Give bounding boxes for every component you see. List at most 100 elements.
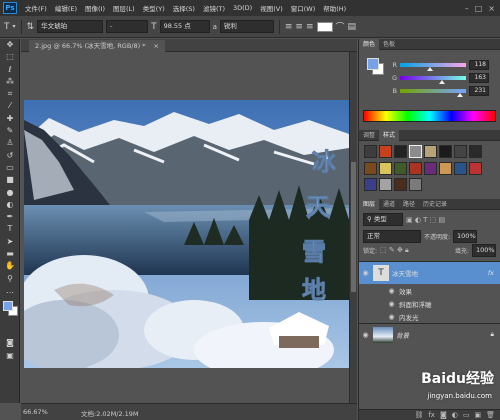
layer-name[interactable]: 背景 xyxy=(396,330,409,340)
value-g[interactable]: 163 xyxy=(469,72,489,83)
path-select-icon[interactable]: ➤ xyxy=(0,236,20,248)
fill-input[interactable]: 100% xyxy=(472,243,496,257)
menu-view[interactable]: 视图(V) xyxy=(256,3,287,13)
menu-help[interactable]: 帮助(H) xyxy=(319,3,350,13)
delete-layer-icon[interactable]: 🗑︎ xyxy=(486,410,495,420)
menu-type[interactable]: 类型(Y) xyxy=(139,3,169,13)
visibility-eye-icon[interactable]: ◉ xyxy=(361,269,370,277)
style-swatch[interactable] xyxy=(394,178,407,192)
slider-b[interactable]: B 231 xyxy=(387,84,489,97)
menu-filter[interactable]: 滤镜(T) xyxy=(199,3,229,13)
tab-layers[interactable]: 图层 xyxy=(359,198,380,210)
slider-b-knob[interactable] xyxy=(457,92,464,97)
style-swatch[interactable] xyxy=(439,161,452,175)
new-layer-icon[interactable]: ▣ xyxy=(474,410,481,420)
character-panel-icon[interactable]: ▤ xyxy=(348,22,357,32)
move-tool-icon[interactable]: ✥ xyxy=(0,39,20,51)
align-left-icon[interactable]: ≡ xyxy=(285,22,293,32)
slider-g[interactable]: G 163 xyxy=(387,71,489,84)
magic-wand-icon[interactable]: ⁂ xyxy=(0,76,20,88)
visibility-eye-icon[interactable]: ◉ xyxy=(387,287,396,295)
tab-channels[interactable]: 通道 xyxy=(379,199,399,210)
font-size-input[interactable]: 98.55 点 xyxy=(159,20,210,33)
visibility-eye-icon[interactable]: ◉ xyxy=(387,300,396,308)
style-swatch[interactable] xyxy=(424,161,437,175)
layer-row-text[interactable]: ◉ T 冰天雪地 fx xyxy=(359,262,500,284)
tab-styles[interactable]: 样式 xyxy=(379,129,400,141)
style-swatch[interactable] xyxy=(394,145,407,158)
layer-filter-select[interactable]: ⚲ 类型 xyxy=(363,213,403,226)
opacity-input[interactable]: 100% xyxy=(453,229,478,243)
crop-tool-icon[interactable]: ⌗ xyxy=(0,88,20,100)
style-swatch[interactable] xyxy=(424,145,437,158)
menu-select[interactable]: 选择(S) xyxy=(169,3,199,13)
font-family-select[interactable]: 华文琥珀 xyxy=(37,20,104,33)
style-swatch[interactable] xyxy=(379,145,392,158)
lock-icons[interactable]: ⬚ ✎ ✥ 🔒︎ xyxy=(380,246,409,255)
text-color-swatch[interactable] xyxy=(316,21,333,32)
value-b[interactable]: 231 xyxy=(469,85,489,96)
effects-row[interactable]: ◉ 效果 xyxy=(359,284,500,297)
stamp-tool-icon[interactable]: ♙ xyxy=(0,137,20,149)
visibility-eye-icon[interactable]: ◉ xyxy=(361,331,370,339)
align-right-icon[interactable]: ≡ xyxy=(306,22,314,32)
marquee-tool-icon[interactable]: ⬚ xyxy=(0,51,20,63)
panel-foreground-swatch[interactable] xyxy=(367,58,379,70)
minimize-button[interactable]: – xyxy=(465,4,469,13)
add-style-icon[interactable]: fx xyxy=(428,410,435,420)
text-orientation-icon[interactable]: ⇅ xyxy=(27,22,35,32)
scrollbar-thumb[interactable] xyxy=(351,162,356,292)
type-tool-icon[interactable]: T xyxy=(4,22,10,32)
new-group-icon[interactable]: ▭ xyxy=(463,410,470,420)
style-swatch[interactable] xyxy=(379,178,392,192)
menu-file[interactable]: 文件(F) xyxy=(21,3,51,13)
effect-inner-glow-row[interactable]: ◉ 内发光 xyxy=(359,310,500,323)
quick-mask-icon[interactable]: ◙ xyxy=(0,337,20,349)
close-document-button[interactable]: × xyxy=(154,42,159,50)
style-swatch[interactable] xyxy=(394,161,407,175)
style-swatch[interactable] xyxy=(439,145,452,158)
history-brush-icon[interactable]: ↺ xyxy=(0,150,20,162)
fx-icon[interactable]: fx xyxy=(488,269,494,277)
more-tools-icon[interactable]: … xyxy=(0,285,20,297)
gradient-tool-icon[interactable]: ■ xyxy=(0,174,20,186)
tab-history[interactable]: 历史记录 xyxy=(419,199,451,210)
foreground-color[interactable] xyxy=(3,301,13,312)
close-window-button[interactable]: × xyxy=(488,4,495,13)
lasso-tool-icon[interactable]: ℓ xyxy=(0,64,20,76)
slider-r-knob[interactable] xyxy=(427,66,434,71)
style-swatch[interactable] xyxy=(364,161,377,175)
dropdown-arrow-icon[interactable]: ▾ xyxy=(13,23,16,30)
dodge-tool-icon[interactable]: ◐ xyxy=(0,199,20,211)
document-tab[interactable]: 2.jpg @ 66.7% (冰天雪地, RGB/8) * × xyxy=(29,40,165,52)
style-swatch[interactable] xyxy=(469,161,482,175)
effect-bevel-row[interactable]: ◉ 斜面和浮雕 xyxy=(359,297,500,310)
filter-icons[interactable]: ▣ ◐ T ⬚ ▤ xyxy=(406,216,445,224)
zoom-level[interactable]: 66.67% xyxy=(23,408,48,416)
hand-tool-icon[interactable]: ✋ xyxy=(0,260,20,272)
add-mask-icon[interactable]: ◙ xyxy=(440,410,447,420)
slider-g-knob[interactable] xyxy=(439,79,446,84)
style-swatch[interactable] xyxy=(454,145,467,158)
blend-mode-select[interactable]: 正常 xyxy=(363,229,421,243)
style-swatch[interactable] xyxy=(454,161,467,175)
slider-r[interactable]: R 118 xyxy=(387,58,489,71)
style-swatch[interactable] xyxy=(409,178,422,192)
menu-3d[interactable]: 3D(D) xyxy=(229,4,256,12)
blur-tool-icon[interactable]: ● xyxy=(0,187,20,199)
layer-row-background[interactable]: ◉ 背景 🔒︎ xyxy=(359,323,500,345)
layer-name[interactable]: 冰天雪地 xyxy=(392,268,418,278)
link-layers-icon[interactable]: ⛓ xyxy=(414,410,423,420)
menu-image[interactable]: 图像(I) xyxy=(81,3,109,13)
eraser-tool-icon[interactable]: ▭ xyxy=(0,162,20,174)
brush-tool-icon[interactable]: ✎ xyxy=(0,125,20,137)
style-none[interactable] xyxy=(364,145,377,158)
menu-edit[interactable]: 编辑(E) xyxy=(51,3,81,13)
menu-window[interactable]: 窗口(W) xyxy=(287,3,320,13)
adjustment-layer-icon[interactable]: ◐ xyxy=(452,410,458,420)
style-swatch[interactable] xyxy=(409,145,422,158)
tab-adjustments[interactable]: 调整 xyxy=(359,130,379,141)
maximize-button[interactable]: □ xyxy=(475,4,483,13)
style-swatch[interactable] xyxy=(409,161,422,175)
warp-text-icon[interactable]: ⌒ xyxy=(336,20,345,33)
